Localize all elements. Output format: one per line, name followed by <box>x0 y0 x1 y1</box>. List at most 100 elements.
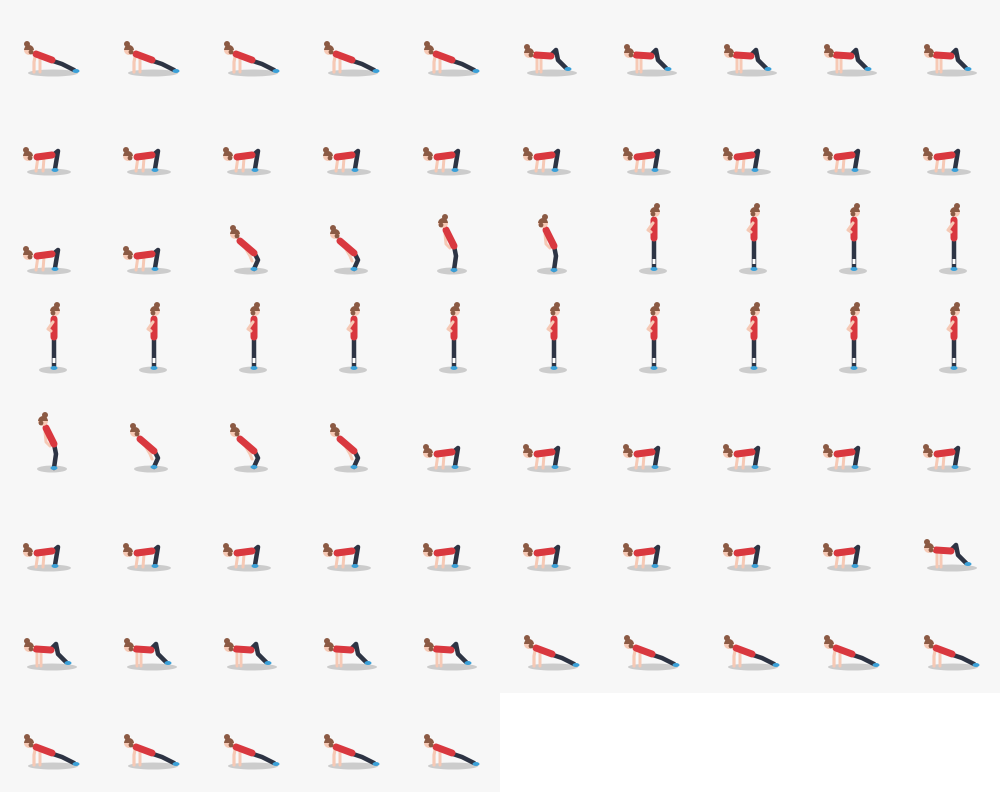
figure-plank <box>524 635 580 671</box>
sprite-frame <box>300 297 400 396</box>
figure-jump-in <box>924 44 977 77</box>
sprite-frame <box>200 396 300 495</box>
figure-squat <box>923 147 971 176</box>
sprite-frame <box>700 198 800 297</box>
sprite-frame <box>200 198 300 297</box>
sprite-frame <box>200 495 300 594</box>
sprite-frame <box>0 693 100 792</box>
figure-jump-in <box>124 638 177 671</box>
figure-plank <box>224 41 280 77</box>
sprite-frame <box>300 495 400 594</box>
figure-squat <box>123 147 171 176</box>
sprite-frame <box>700 297 800 396</box>
sprite-frame <box>100 297 200 396</box>
sprite-frame <box>600 198 700 297</box>
sprite-frame <box>500 198 600 297</box>
sprite-frame <box>900 297 1000 396</box>
figure-squat <box>23 246 71 275</box>
figure-jump-in <box>324 638 377 671</box>
sprite-frame <box>0 495 100 594</box>
figure-stand <box>739 302 767 374</box>
sprite-frame <box>0 594 100 693</box>
figure-stand <box>939 203 967 275</box>
sprite-frame <box>200 99 300 198</box>
figure-plank <box>324 41 380 77</box>
sprite-frame <box>400 297 500 396</box>
figure-stand <box>239 302 267 374</box>
sprite-frame <box>400 693 500 792</box>
figure-rise <box>330 225 368 275</box>
sprite-frame <box>200 297 300 396</box>
sprite-frame <box>100 99 200 198</box>
figure-jump-in <box>824 44 877 77</box>
sprite-frame <box>400 594 500 693</box>
sprite-frame <box>500 594 600 693</box>
figure-plank <box>124 41 180 77</box>
figure-squat <box>523 543 571 572</box>
figure-plank <box>424 41 480 77</box>
sprite-frame <box>800 198 900 297</box>
figure-plank <box>24 734 80 770</box>
sprite-frame <box>900 0 1000 99</box>
figure-rise <box>330 423 368 473</box>
figure-squat <box>623 444 671 473</box>
figure-stand <box>639 302 667 374</box>
figure-plank <box>824 635 880 671</box>
figure-squat <box>823 147 871 176</box>
figure-jump-in <box>524 44 577 77</box>
figure-squat <box>723 444 771 473</box>
sprite-frame <box>900 396 1000 495</box>
sprite-frame <box>0 198 100 297</box>
sprite-frame <box>700 0 800 99</box>
figure-squat <box>223 147 271 176</box>
figure-squat <box>123 543 171 572</box>
sprite-frame <box>300 594 400 693</box>
figure-stand <box>839 302 867 374</box>
sprite-frame <box>300 198 400 297</box>
sprite-frame <box>800 99 900 198</box>
sprite-frame <box>0 99 100 198</box>
sprite-frame <box>300 396 400 495</box>
figure-squat <box>623 543 671 572</box>
sprite-frame <box>600 99 700 198</box>
sprite-frame <box>200 0 300 99</box>
sprite-frame <box>300 99 400 198</box>
figure-plank <box>724 635 780 671</box>
figure-stand <box>739 203 767 275</box>
figure-stand <box>939 302 967 374</box>
figure-squat <box>723 543 771 572</box>
sprite-frame <box>600 297 700 396</box>
sprite-frame <box>0 0 100 99</box>
figure-jump-in <box>24 638 77 671</box>
figure-jump-in <box>724 44 777 77</box>
sprite-frame <box>700 99 800 198</box>
figure-plank <box>24 41 80 77</box>
sprite-frame <box>0 297 100 396</box>
sprite-frame <box>100 396 200 495</box>
figure-plank <box>124 734 180 770</box>
sprite-frame <box>100 594 200 693</box>
figure-squat <box>523 147 571 176</box>
sprite-frame <box>500 0 600 99</box>
sprite-frame <box>200 594 300 693</box>
figure-squat <box>423 147 471 176</box>
sprite-frame <box>400 99 500 198</box>
sprite-frame <box>300 0 400 99</box>
figure-jump-in <box>224 638 277 671</box>
sprite-frame <box>800 0 900 99</box>
sprite-frame <box>500 396 600 495</box>
figure-stand <box>639 203 667 275</box>
figure-jump-in <box>924 539 977 572</box>
sprite-frame <box>800 594 900 693</box>
sprite-frame <box>100 693 200 792</box>
sprite-frame <box>700 594 800 693</box>
figure-plank <box>424 734 480 770</box>
sprite-frame <box>700 495 800 594</box>
sprite-frame <box>600 0 700 99</box>
sprite-frame <box>500 297 600 396</box>
sprite-frame <box>100 198 200 297</box>
sprite-frame <box>800 396 900 495</box>
figure-plank <box>624 635 680 671</box>
sprite-frame <box>900 495 1000 594</box>
figure-squat <box>423 444 471 473</box>
